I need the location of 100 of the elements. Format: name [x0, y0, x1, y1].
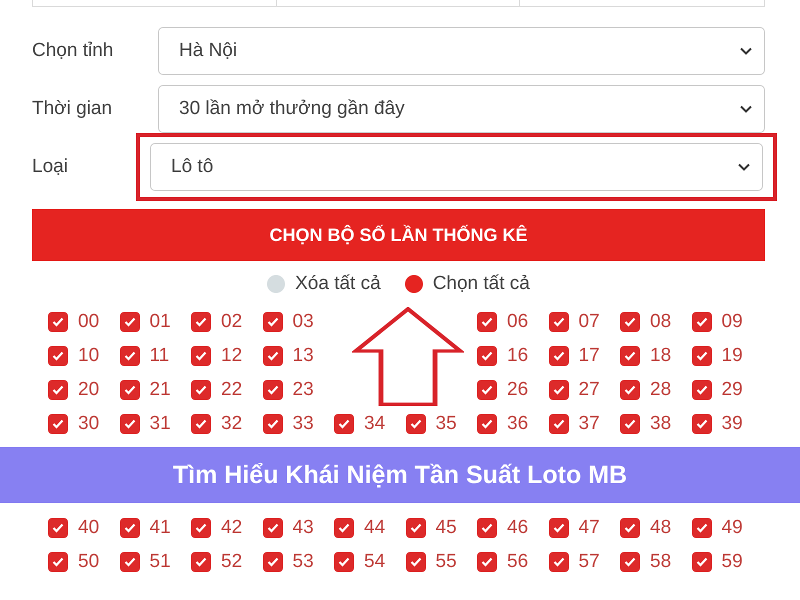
checkbox[interactable] — [48, 552, 68, 572]
check-icon — [124, 317, 136, 327]
check-icon — [338, 523, 350, 533]
checkbox[interactable] — [406, 414, 426, 434]
chevron-down-icon — [740, 105, 752, 113]
checkbox[interactable] — [692, 380, 712, 400]
checkbox[interactable] — [548, 346, 568, 366]
checkbox[interactable] — [692, 346, 712, 366]
number-label: 21 — [150, 379, 171, 401]
checkbox[interactable] — [120, 380, 140, 400]
checkbox[interactable] — [191, 380, 211, 400]
check-icon — [266, 523, 278, 533]
checkbox[interactable] — [191, 518, 211, 538]
checkbox[interactable] — [48, 414, 68, 434]
checkbox[interactable] — [692, 312, 712, 332]
checkbox[interactable] — [334, 414, 354, 434]
number-label: 43 — [292, 517, 314, 539]
checkbox[interactable] — [120, 518, 140, 538]
check-icon — [696, 351, 708, 361]
checkbox[interactable] — [620, 518, 640, 538]
checkbox[interactable] — [334, 552, 354, 572]
number-label: 34 — [364, 413, 386, 435]
check-icon — [124, 385, 136, 395]
number-label: 52 — [221, 551, 242, 573]
check-icon — [481, 317, 493, 327]
checkbox[interactable] — [548, 518, 568, 538]
check-icon — [195, 351, 207, 361]
check-icon — [52, 419, 64, 429]
check-icon — [410, 557, 422, 567]
radio-button[interactable] — [404, 275, 423, 293]
checkbox[interactable] — [262, 380, 282, 400]
check-icon — [552, 523, 564, 533]
checkbox[interactable] — [620, 414, 640, 434]
checkbox[interactable] — [620, 312, 640, 332]
checkbox[interactable] — [406, 518, 426, 538]
checkbox[interactable] — [120, 346, 140, 366]
checkbox[interactable] — [262, 518, 282, 538]
checkbox[interactable] — [692, 414, 712, 434]
checkbox[interactable] — [120, 414, 140, 434]
checkbox[interactable] — [620, 380, 640, 400]
check-icon — [552, 317, 564, 327]
number-label: 19 — [722, 345, 743, 367]
checkbox[interactable] — [262, 346, 282, 366]
dropdown-select[interactable]: Hà Nội — [158, 27, 765, 75]
checkbox[interactable] — [262, 414, 282, 434]
checkbox[interactable] — [692, 552, 712, 572]
check-icon — [266, 351, 278, 361]
checkbox[interactable] — [191, 312, 211, 332]
checkbox[interactable] — [406, 552, 426, 572]
caption-banner: Tìm Hiểu Khái Niệm Tần Suất Loto MB — [0, 447, 800, 503]
checkbox[interactable] — [477, 312, 497, 332]
checkbox[interactable] — [477, 346, 497, 366]
checkbox[interactable] — [620, 552, 640, 572]
checkbox[interactable] — [262, 552, 282, 572]
check-icon — [52, 557, 64, 567]
number-label: 07 — [578, 311, 600, 333]
checkbox[interactable] — [48, 312, 68, 332]
checkbox[interactable] — [548, 380, 568, 400]
checkbox[interactable] — [48, 518, 68, 538]
number-label: 11 — [150, 345, 170, 367]
check-icon — [266, 317, 278, 327]
checkbox[interactable] — [548, 552, 568, 572]
number-label: 10 — [78, 345, 100, 367]
checkbox[interactable] — [334, 518, 354, 538]
radio-label: Chọn tất cả — [432, 273, 530, 295]
checkbox[interactable] — [477, 518, 497, 538]
checkbox[interactable] — [477, 380, 497, 400]
checkbox[interactable] — [191, 552, 211, 572]
checkbox[interactable] — [477, 414, 497, 434]
checkbox[interactable] — [620, 346, 640, 366]
number-label: 22 — [221, 379, 242, 401]
radio-button[interactable] — [267, 275, 286, 293]
check-icon — [481, 523, 493, 533]
checkbox[interactable] — [120, 552, 140, 572]
checkbox[interactable] — [692, 518, 712, 538]
check-icon — [552, 351, 564, 361]
check-icon — [266, 557, 278, 567]
checkbox[interactable] — [548, 414, 568, 434]
checkbox[interactable] — [48, 346, 68, 366]
checkbox[interactable] — [548, 312, 568, 332]
checkbox[interactable] — [191, 346, 211, 366]
number-label: 17 — [578, 345, 600, 367]
checkbox[interactable] — [477, 552, 497, 572]
check-icon — [52, 351, 64, 361]
checkbox[interactable] — [262, 312, 282, 332]
checkbox[interactable] — [191, 414, 211, 434]
check-icon — [624, 317, 636, 327]
number-label: 35 — [436, 413, 457, 435]
checkbox[interactable] — [48, 380, 68, 400]
dropdown-select[interactable]: Lô tô — [150, 143, 763, 191]
number-label: 59 — [722, 551, 743, 573]
checkbox[interactable] — [120, 312, 140, 332]
submit-button[interactable]: CHỌN BỘ SỐ LẦN THỐNG KÊ — [32, 209, 765, 261]
check-icon — [52, 523, 64, 533]
check-icon — [552, 419, 564, 429]
check-icon — [552, 385, 564, 395]
number-label: 48 — [650, 517, 672, 539]
number-label: 51 — [150, 551, 171, 573]
number-label: 30 — [78, 413, 100, 435]
dropdown-select[interactable]: 30 lần mở thưởng gần đây — [158, 85, 765, 133]
